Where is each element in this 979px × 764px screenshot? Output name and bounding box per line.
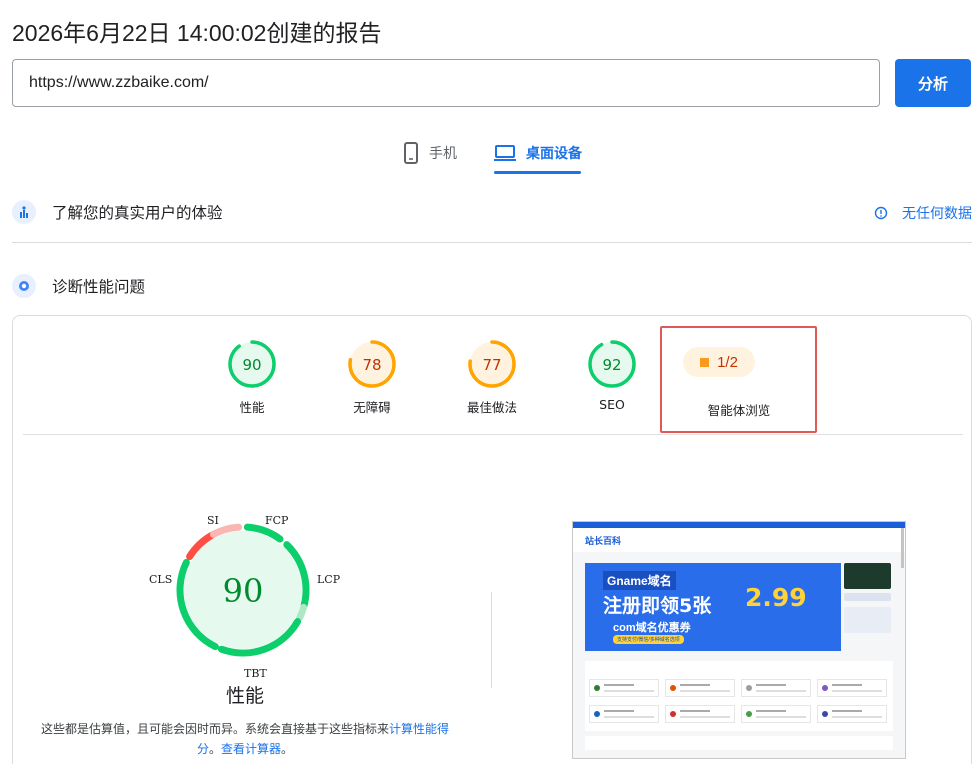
screenshot-card bbox=[589, 705, 659, 723]
score-gauge[interactable]: 90 性能 bbox=[202, 339, 302, 416]
banner-line2: 注册即领5张 bbox=[603, 595, 712, 617]
performance-score: 90 bbox=[223, 572, 264, 610]
metric-si-label[interactable]: SI bbox=[207, 514, 219, 527]
score-gauge[interactable]: 78 无障碍 bbox=[322, 339, 422, 416]
tab-mobile[interactable]: 手机 bbox=[403, 132, 457, 174]
estimate-text: 这些都是估算值，且可能会因时而异。系统会直接基于这些指标来 bbox=[40, 722, 389, 736]
analyze-button[interactable]: 分析 bbox=[895, 59, 971, 107]
score-value: 90 bbox=[242, 356, 261, 374]
view-calculator-link[interactable]: 查看计算器 bbox=[221, 742, 281, 756]
performance-title: 性能 bbox=[225, 685, 264, 707]
score-gauge[interactable]: 77 最佳做法 bbox=[442, 339, 542, 416]
screenshot-card bbox=[589, 679, 659, 697]
screenshot-side-tile bbox=[844, 563, 891, 589]
screenshot-card bbox=[665, 679, 735, 697]
score-value: 77 bbox=[482, 356, 501, 374]
tab-label: 桌面设备 bbox=[526, 146, 582, 162]
banner-button: 支持支付/微信/多种域名选项 bbox=[613, 635, 684, 644]
url-input[interactable] bbox=[12, 59, 880, 107]
tab-label: 手机 bbox=[429, 146, 457, 162]
performance-gauge: 90 bbox=[176, 523, 310, 657]
screenshot-card bbox=[741, 705, 811, 723]
screenshot-card bbox=[817, 679, 887, 697]
score-value: 92 bbox=[602, 356, 621, 374]
score-label: 无障碍 bbox=[353, 400, 391, 415]
section-divider bbox=[12, 242, 972, 243]
report-title: 2026年6月22日 14:00:02创建的报告 bbox=[12, 20, 382, 46]
page-screenshot: 站长百科 Gname域名 注册即领5张 2.99 com域名优惠券 支持支付/微… bbox=[572, 521, 906, 759]
metric-lcp-label[interactable]: LCP bbox=[317, 573, 340, 586]
metric-fcp-label[interactable]: FCP bbox=[265, 514, 288, 527]
no-data-link[interactable]: 无任何数据 bbox=[874, 203, 972, 223]
laptop-icon bbox=[494, 145, 516, 161]
diagnose-section: 诊断性能问题 bbox=[12, 270, 972, 302]
info-icon bbox=[874, 206, 888, 220]
estimate-note: 这些都是估算值，且可能会因时而异。系统会直接基于这些指标来计算性能得分。查看计算… bbox=[40, 719, 450, 759]
score-label: 最佳做法 bbox=[466, 400, 517, 415]
score-label: 性能 bbox=[239, 400, 265, 415]
card-divider bbox=[23, 434, 963, 435]
screenshot-side-tile bbox=[844, 593, 891, 601]
screenshot-logo: 站长百科 bbox=[585, 535, 622, 546]
screenshot-card bbox=[741, 679, 811, 697]
gauge-segment bbox=[296, 603, 308, 622]
tab-desktop[interactable]: 桌面设备 bbox=[494, 132, 582, 174]
no-data-label: 无任何数据 bbox=[902, 206, 972, 222]
real-user-section: 了解您的真实用户的体验 无任何数据 bbox=[12, 196, 972, 228]
score-ring: 92 bbox=[588, 340, 636, 388]
score-ring: 90 bbox=[228, 340, 276, 388]
highlight-box bbox=[660, 326, 817, 433]
active-tab-indicator bbox=[494, 171, 581, 174]
vertical-divider bbox=[491, 592, 492, 688]
score-value: 78 bbox=[362, 356, 381, 374]
screenshot-header: 站长百科 bbox=[573, 528, 905, 552]
screenshot-side-tile bbox=[844, 607, 891, 633]
score-ring: 77 bbox=[468, 340, 516, 388]
banner-price: 2.99 bbox=[745, 583, 807, 612]
score-label: SEO bbox=[599, 397, 625, 412]
score-ring: 78 bbox=[348, 340, 396, 388]
estimate-sep: 。 bbox=[208, 742, 221, 756]
screenshot-banner: Gname域名 注册即领5张 2.99 com域名优惠券 支持支付/微信/多种域… bbox=[585, 563, 841, 651]
screenshot-scrollbar bbox=[901, 528, 904, 568]
phone-icon bbox=[404, 142, 418, 164]
banner-line3: com域名优惠券 bbox=[613, 622, 691, 634]
screenshot-card bbox=[665, 705, 735, 723]
device-tabs: 手机 桌面设备 bbox=[0, 132, 979, 176]
users-chart-icon bbox=[12, 200, 36, 224]
screenshot-footer-bar bbox=[585, 736, 893, 750]
screenshot-card bbox=[817, 705, 887, 723]
screenshot-panel bbox=[585, 661, 893, 731]
lighthouse-icon bbox=[12, 274, 36, 298]
metric-cls-label[interactable]: CLS bbox=[149, 573, 172, 586]
score-gauge[interactable]: 92 SEO bbox=[562, 339, 662, 412]
diagnose-title: 诊断性能问题 bbox=[52, 278, 146, 296]
metric-tbt-label[interactable]: TBT bbox=[244, 667, 267, 680]
estimate-end: 。 bbox=[281, 742, 294, 756]
real-user-title: 了解您的真实用户的体验 bbox=[52, 204, 223, 222]
banner-line1: Gname域名 bbox=[603, 571, 676, 590]
